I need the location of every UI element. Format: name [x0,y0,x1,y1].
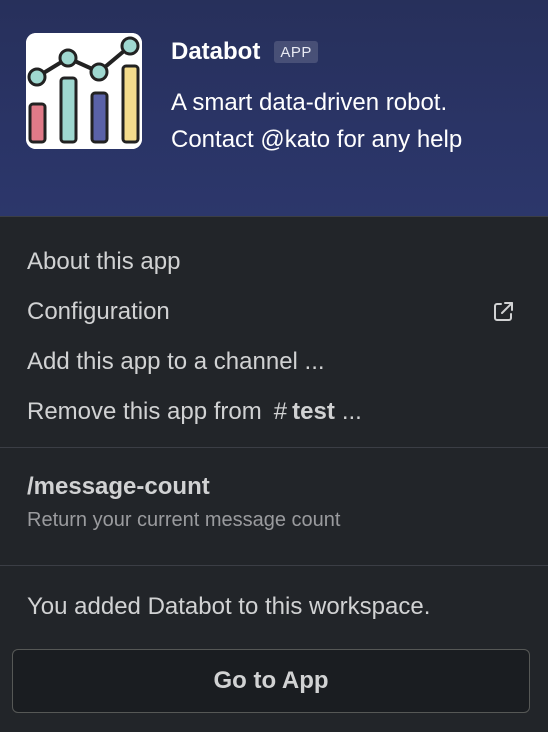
menu-item-label: Remove this app from [27,398,262,425]
workspace-note: You added Databot to this workspace. [27,593,431,620]
go-to-app-button[interactable]: Go to App [12,649,530,713]
channel-reference: # test [274,398,335,426]
slash-command[interactable]: /message-count Return your current messa… [0,448,548,566]
menu-item-label: About this app [27,248,181,275]
app-menu: About this app Configuration Add this ap… [0,217,548,448]
app-name[interactable]: Databot [171,38,260,66]
menu-item-label: Configuration [27,298,170,325]
app-description: A smart data-driven robot. Contact @kato… [171,89,463,153]
menu-item-configuration[interactable]: Configuration [0,287,548,337]
bar-line-chart-icon [26,33,142,149]
channel-name: test [292,398,335,425]
ellipsis: ... [341,398,362,425]
app-badge: APP [274,41,318,63]
app-header: Databot APP A smart data-driven robot. C… [0,0,548,217]
command-name: /message-count [27,473,210,500]
app-profile-panel: Databot APP A smart data-driven robot. C… [0,0,548,732]
menu-item-label: Add this app to a channel ... [27,348,325,375]
external-link-icon [491,300,515,331]
menu-item-remove-from-channel[interactable]: Remove this app from # test ... [0,387,548,437]
menu-item-add-to-channel[interactable]: Add this app to a channel ... [0,337,548,387]
command-description: Return your current message count [27,509,341,531]
app-title-row: Databot APP [171,38,318,66]
channel-hash: # [273,398,288,425]
menu-item-about[interactable]: About this app [0,237,548,287]
